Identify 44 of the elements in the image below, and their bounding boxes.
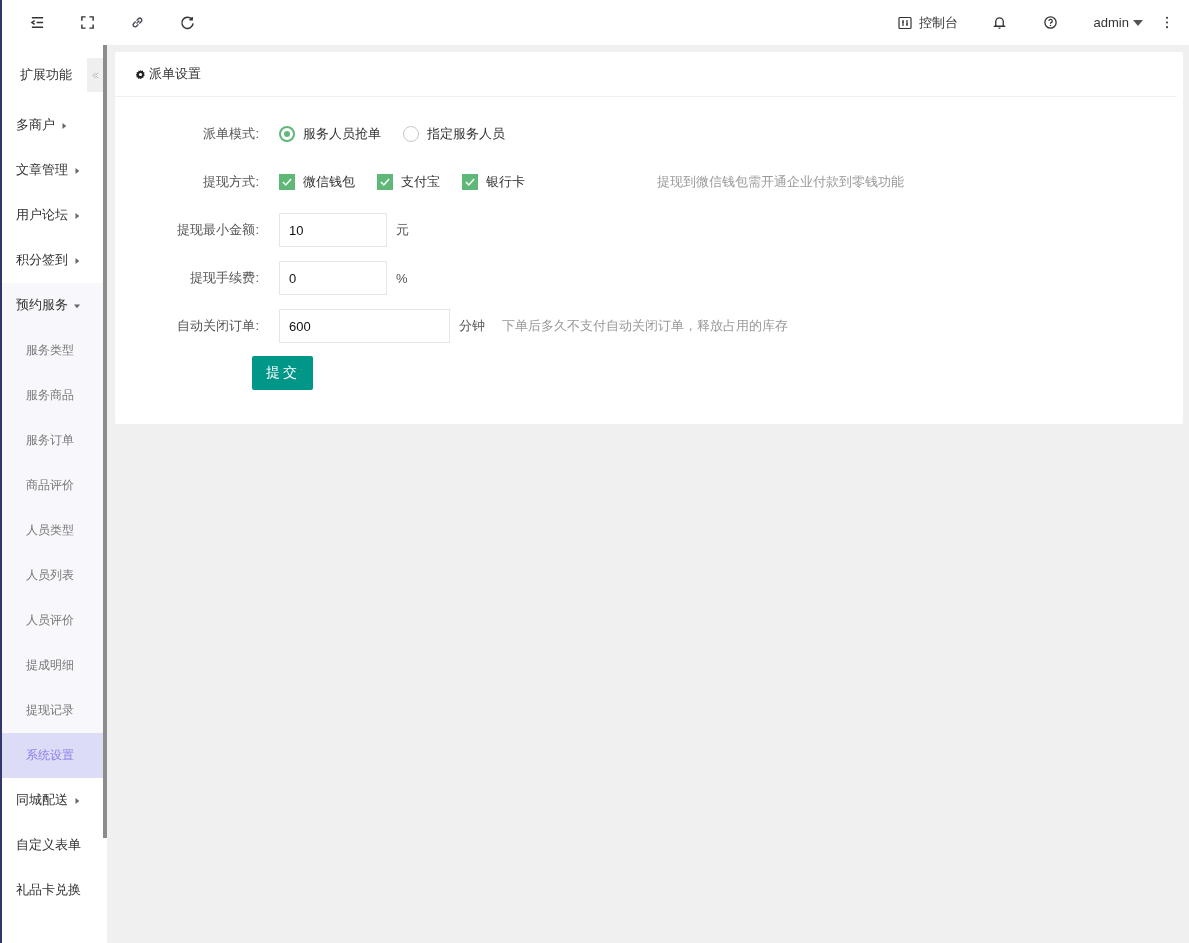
checkbox-option[interactable]: 微信钱包	[279, 173, 355, 191]
sidebar-title: 扩展功能	[19, 66, 72, 84]
input-field[interactable]: 600	[279, 309, 450, 343]
checkbox-option[interactable]: 银行卡	[462, 173, 525, 191]
sidebar-subitem[interactable]: 人员评价	[2, 598, 103, 643]
settings-icon	[135, 68, 146, 80]
notification-bell-icon[interactable]	[991, 15, 1007, 30]
unit-label: 元	[396, 221, 409, 239]
field-label: 提现手续费:	[189, 269, 260, 287]
link-icon[interactable]	[130, 15, 145, 30]
unit-label: %	[396, 270, 408, 286]
input-field[interactable]: 10	[279, 213, 387, 247]
refresh-icon[interactable]	[180, 15, 195, 30]
sidebar-subitem[interactable]: 提成明细	[2, 643, 103, 688]
sidebar-subitem[interactable]: 提现记录	[2, 688, 103, 733]
help-icon[interactable]	[1042, 15, 1058, 30]
card-title: 派单设置	[149, 65, 201, 83]
sidebar-subitem[interactable]: 商品评价	[2, 463, 103, 508]
checkbox-option[interactable]: 支付宝	[377, 173, 440, 191]
radio-option[interactable]: 指定服务人员	[403, 125, 505, 143]
menu-icon[interactable]	[30, 15, 45, 30]
sidebar-subitem[interactable]: 服务类型	[2, 328, 103, 373]
unit-label: 分钟	[459, 317, 485, 335]
sidebar-subitem[interactable]: 服务订单	[2, 418, 103, 463]
field-label: 提现最小金额:	[176, 221, 260, 239]
submit-button[interactable]: 提交	[252, 356, 313, 390]
scrollbar[interactable]	[103, 45, 107, 838]
input-field[interactable]: 0	[279, 261, 387, 295]
dropdown-caret-icon	[1133, 19, 1143, 26]
more-icon[interactable]	[1165, 16, 1169, 29]
field-label: 派单模式:	[202, 125, 260, 143]
fullscreen-icon[interactable]	[80, 15, 95, 30]
radio-option[interactable]: 服务人员抢单	[279, 125, 381, 143]
sidebar-subitem[interactable]: 人员列表	[2, 553, 103, 598]
hint-text: 下单后多久不支付自动关闭订单，释放占用的库存	[502, 317, 788, 335]
console-button[interactable]: 控制台	[897, 13, 958, 32]
sidebar-subitem[interactable]: 人员类型	[2, 508, 103, 553]
hint-text: 提现到微信钱包需开通企业付款到零钱功能	[657, 173, 904, 191]
double-chevron-left-icon	[91, 71, 99, 79]
field-label: 自动关闭订单:	[176, 317, 260, 335]
sidebar-subitem[interactable]: 服务商品	[2, 373, 103, 418]
user-menu-button[interactable]: admin	[1093, 15, 1143, 30]
field-label: 提现方式:	[202, 173, 260, 191]
sidebar-item[interactable]: 预约服务	[2, 283, 103, 328]
